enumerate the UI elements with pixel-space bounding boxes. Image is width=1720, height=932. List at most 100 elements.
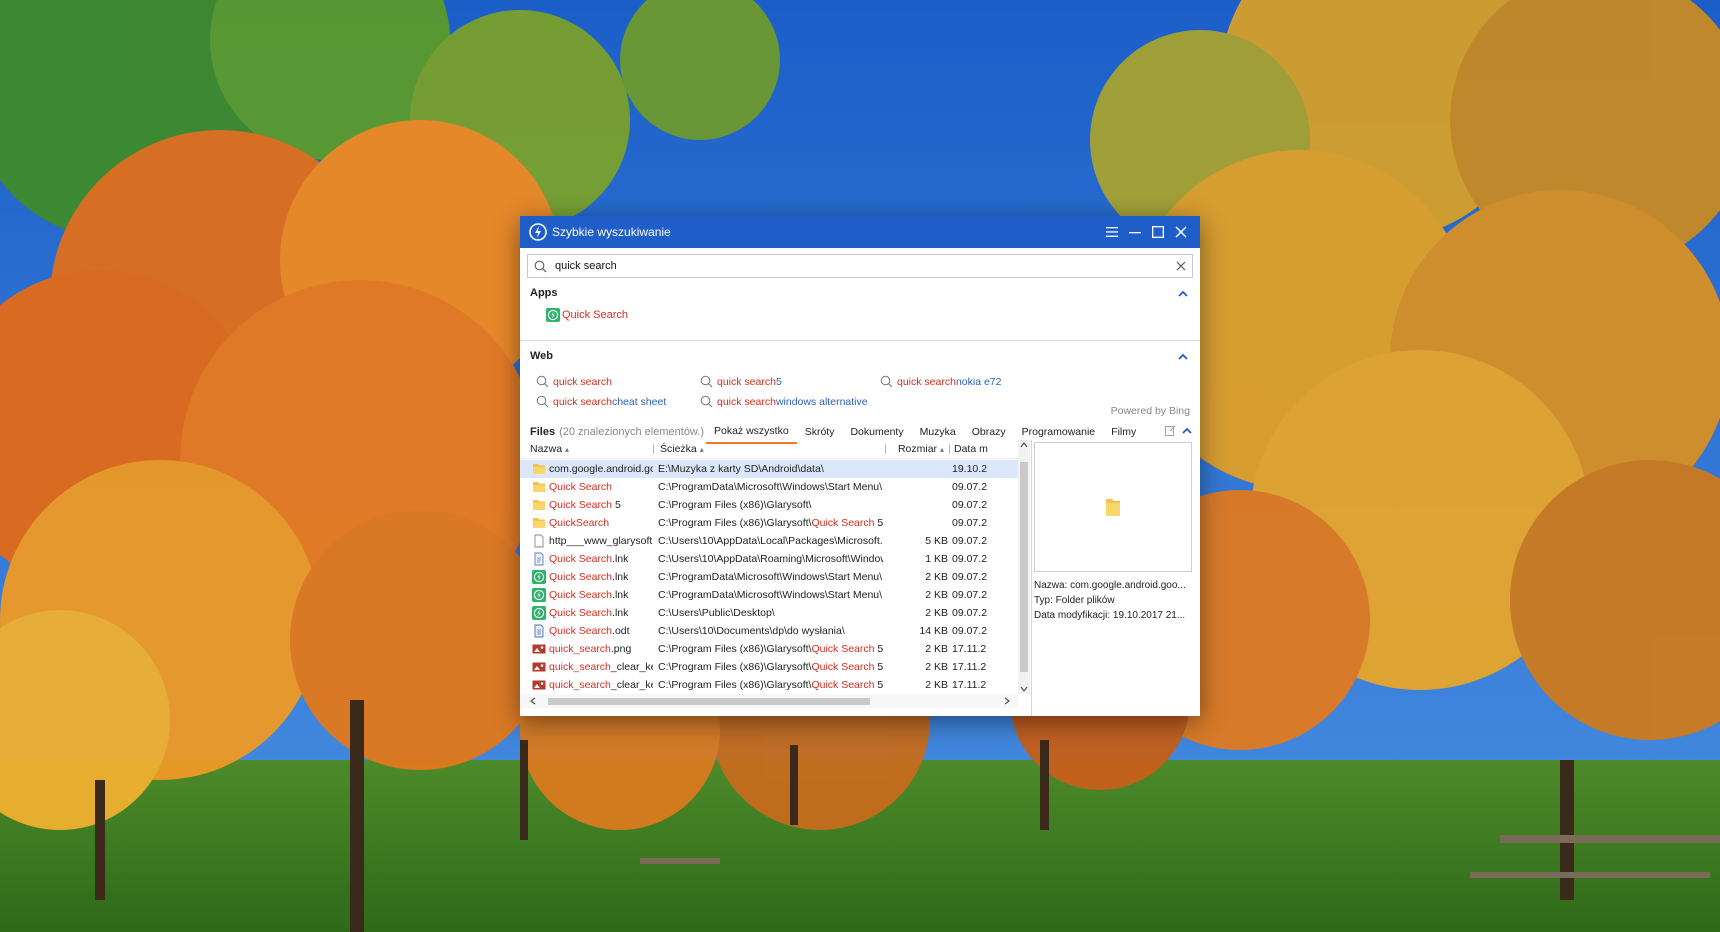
table-row[interactable]: com.google.android.go... E:\Muzyka z kart… bbox=[520, 460, 1020, 478]
web-suggestion-main: quick search bbox=[553, 395, 612, 408]
file-date: 09.07.2 bbox=[952, 481, 988, 493]
table-body: com.google.android.go... E:\Muzyka z kart… bbox=[520, 460, 1020, 694]
web-suggestion[interactable]: quick search nokia e72 bbox=[880, 375, 1002, 388]
app-shortcut-icon bbox=[532, 606, 546, 620]
file-results-table: Nazwa ▴ Ścieżka ▴ Rozmiar ▴ Data m com.g… bbox=[520, 440, 1030, 716]
table-row[interactable]: Quick Search C:\ProgramData\Microsoft\Win… bbox=[520, 478, 1020, 496]
menu-button[interactable] bbox=[1101, 221, 1123, 243]
file-date: 17.11.2 bbox=[952, 679, 987, 691]
scroll-up-icon[interactable] bbox=[1020, 442, 1028, 448]
file-name: quick_search_clear_ke... bbox=[549, 679, 653, 691]
title-bar[interactable]: Szybkie wyszukiwanie bbox=[520, 216, 1200, 248]
file-size: 2 KB bbox=[925, 679, 948, 691]
file-date: 09.07.2 bbox=[952, 535, 988, 547]
web-suggestion[interactable]: quick search cheat sheet bbox=[536, 395, 666, 408]
vertical-scroll-thumb[interactable] bbox=[1020, 462, 1028, 672]
table-row[interactable]: Quick Search.lnk C:\Users\Public\Desktop\… bbox=[520, 604, 1020, 622]
preview-divider bbox=[1031, 440, 1032, 716]
file-name: Quick Search 5 bbox=[549, 499, 621, 511]
folder-icon bbox=[532, 480, 546, 494]
table-row[interactable]: http___www_glarysoft... C:\Users\10\AppDa… bbox=[520, 532, 1020, 550]
file-date: 17.11.2 bbox=[952, 661, 987, 673]
web-collapse-button[interactable] bbox=[1176, 349, 1190, 363]
chevron-up-icon[interactable] bbox=[1182, 427, 1192, 434]
maximize-icon bbox=[1152, 226, 1164, 238]
web-section-title: Web bbox=[530, 350, 554, 362]
table-row[interactable]: Quick Search.lnk C:\Users\10\AppData\Roam… bbox=[520, 550, 1020, 568]
search-icon bbox=[700, 395, 713, 408]
web-suggestion-main: quick search bbox=[553, 375, 612, 388]
table-row[interactable]: quick_search_clear_ke... C:\Program Files… bbox=[520, 676, 1020, 694]
web-suggestion-extra: 5 bbox=[775, 375, 782, 388]
search-icon bbox=[700, 375, 713, 388]
web-section: Web quick search quick search 5 quick se… bbox=[520, 345, 1200, 421]
search-box[interactable] bbox=[527, 254, 1193, 278]
document-icon bbox=[532, 624, 546, 638]
file-path: C:\ProgramData\Microsoft\Windows\Start M… bbox=[658, 481, 883, 493]
web-suggestion[interactable]: quick search windows alternative bbox=[700, 395, 868, 408]
web-suggestion[interactable]: quick search 5 bbox=[700, 375, 782, 388]
file-path: C:\Program Files (x86)\Glarysoft\Quick S… bbox=[658, 643, 883, 655]
file-size bbox=[888, 460, 948, 478]
web-suggestion-main: quick search bbox=[897, 375, 956, 388]
close-button[interactable] bbox=[1170, 221, 1192, 243]
file-date: 09.07.2 bbox=[952, 571, 988, 583]
tab-videos[interactable]: Filmy bbox=[1103, 421, 1144, 443]
clear-search-icon[interactable] bbox=[1176, 261, 1186, 271]
table-row[interactable]: Quick Search.lnk C:\ProgramData\Microsoft… bbox=[520, 586, 1020, 604]
file-size: 14 KB bbox=[919, 625, 948, 637]
file-size: 2 KB bbox=[925, 661, 948, 673]
table-row[interactable]: Quick Search.odt C:\Users\10\Documents\dp… bbox=[520, 622, 1020, 640]
column-header-name[interactable]: Nazwa ▴ bbox=[530, 440, 654, 458]
horizontal-scrollbar[interactable] bbox=[520, 694, 1018, 708]
shortcut-icon bbox=[532, 552, 546, 566]
file-date: 09.07.2 bbox=[952, 553, 988, 565]
column-header-date[interactable]: Data m bbox=[954, 440, 1014, 458]
image-icon bbox=[532, 678, 546, 692]
edit-filters-icon[interactable] bbox=[1165, 425, 1176, 436]
search-icon bbox=[880, 375, 893, 388]
vertical-scrollbar[interactable] bbox=[1018, 440, 1030, 694]
table-row[interactable]: QuickSearch C:\Program Files (x86)\Glarys… bbox=[520, 514, 1020, 532]
scroll-down-icon[interactable] bbox=[1020, 686, 1028, 692]
file-size: 1 KB bbox=[925, 553, 948, 565]
file-path: C:\Users\10\Documents\dp\do wysłania\ bbox=[658, 625, 845, 637]
files-count: (20 znalezionych elementów.) bbox=[559, 426, 704, 438]
file-size: 2 KB bbox=[925, 607, 948, 619]
folder-icon bbox=[532, 516, 546, 530]
minimize-button[interactable] bbox=[1124, 221, 1146, 243]
table-row[interactable]: Quick Search.lnk C:\ProgramData\Microsoft… bbox=[520, 568, 1020, 586]
file-date: 19.10.2 bbox=[952, 463, 988, 475]
folder-icon bbox=[1106, 499, 1120, 516]
table-row[interactable]: quick_search_clear_ke... C:\Program Files… bbox=[520, 658, 1020, 676]
scroll-right-icon[interactable] bbox=[1004, 697, 1010, 705]
quick-search-window: Szybkie wyszukiwanie Apps Quick Search bbox=[520, 216, 1200, 716]
file-name: Quick Search.lnk bbox=[549, 607, 629, 619]
app-result-quick-search[interactable]: Quick Search bbox=[546, 308, 1200, 322]
file-size bbox=[888, 478, 948, 496]
apps-collapse-button[interactable] bbox=[1176, 286, 1190, 300]
minimize-icon bbox=[1129, 232, 1141, 234]
column-header-path[interactable]: Ścieżka ▴ bbox=[660, 440, 886, 458]
scroll-left-icon[interactable] bbox=[530, 697, 536, 705]
web-suggestion[interactable]: quick search bbox=[536, 375, 612, 388]
horizontal-scroll-thumb[interactable] bbox=[548, 698, 870, 705]
file-date: 09.07.2 bbox=[952, 607, 988, 619]
file-name: Quick Search.lnk bbox=[549, 589, 629, 601]
column-header-size[interactable]: Rozmiar ▴ bbox=[888, 440, 950, 458]
file-date: 17.11.2 bbox=[952, 643, 987, 655]
table-row[interactable]: quick_search.png C:\Program Files (x86)\G… bbox=[520, 640, 1020, 658]
search-input[interactable] bbox=[553, 259, 1176, 273]
app-logo-icon bbox=[529, 223, 547, 241]
maximize-button[interactable] bbox=[1147, 221, 1169, 243]
preview-type: Typ: Folder plików bbox=[1034, 595, 1115, 606]
file-path: C:\Users\10\AppData\Roaming\Microsoft\Wi… bbox=[658, 553, 883, 565]
app-shortcut-icon bbox=[532, 570, 546, 584]
file-path: C:\Program Files (x86)\Glarysoft\Quick S… bbox=[658, 517, 883, 529]
file-date: 09.07.2 bbox=[952, 589, 988, 601]
file-path: E:\Muzyka z karty SD\Android\data\ bbox=[658, 463, 824, 475]
apps-section-title: Apps bbox=[530, 287, 558, 299]
table-row[interactable]: Quick Search 5 C:\Program Files (x86)\Gla… bbox=[520, 496, 1020, 514]
file-size bbox=[888, 514, 948, 532]
search-icon bbox=[536, 375, 549, 388]
